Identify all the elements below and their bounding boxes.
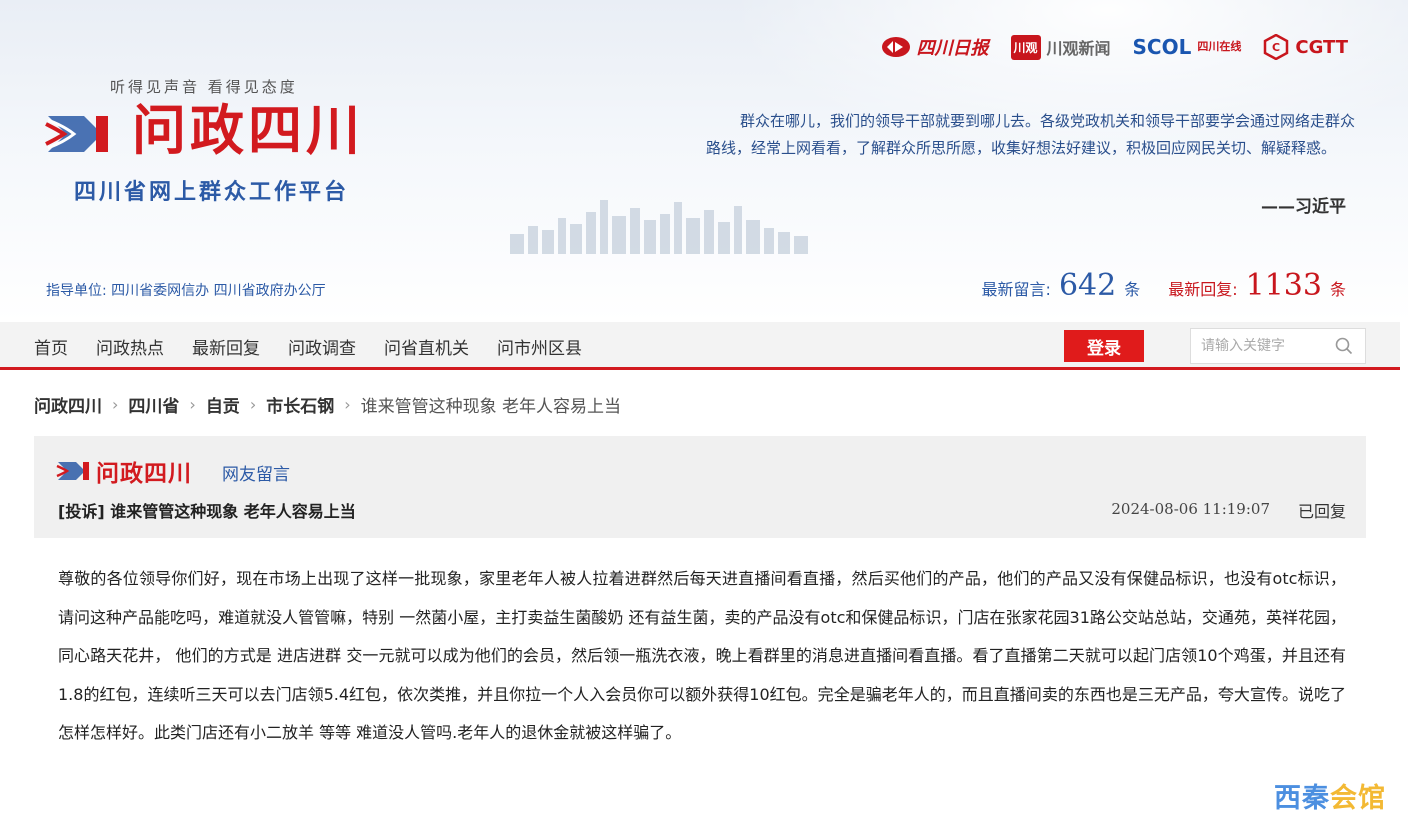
nav-item-provincial-agencies[interactable]: 问省直机关 — [384, 334, 469, 359]
breadcrumb-current: 谁来管管这种现象 老年人容易上当 — [360, 397, 622, 417]
search-input[interactable] — [1191, 331, 1331, 361]
nav-item-hot[interactable]: 问政热点 — [96, 334, 164, 359]
nav-item-home[interactable]: 首页 — [34, 334, 68, 359]
breadcrumb-item-home[interactable]: 问政四川 — [34, 392, 102, 417]
watermark-logo: 西秦会馆 — [1274, 776, 1386, 815]
message-title: [投诉] 谁来管管这种现象 老年人容易上当 — [58, 502, 356, 521]
breadcrumb-item-province[interactable]: 四川省 — [128, 392, 179, 417]
partner-logos: 四川日报 川观 川观新闻 SCOL 四川在线 C CGTT — [881, 34, 1348, 60]
latest-replies-unit: 条 — [1329, 280, 1346, 299]
sichuan-daily-icon — [881, 37, 910, 57]
site-slogan: 听得见声音 看得见态度 — [110, 78, 298, 96]
site-subtitle: 四川省网上群众工作平台 — [74, 180, 350, 205]
message-section: 网友留言 — [222, 465, 290, 485]
latest-replies-count: 1133 — [1245, 268, 1322, 303]
nav-item-surveys[interactable]: 问政调查 — [288, 334, 356, 359]
cgtt-icon: C — [1264, 34, 1289, 60]
message-body: 尊敬的各位领导你们好，现在市场上出现了这样一批现象，家里老年人被人拉着进群然后每… — [58, 569, 1346, 742]
nav-menu: 首页 问政热点 最新回复 问政调查 问省直机关 问市州区县 — [34, 322, 582, 370]
chevron-right-icon: › — [249, 395, 257, 414]
partner-chuanguan[interactable]: 川观 川观新闻 — [1010, 34, 1111, 60]
chevron-right-icon: › — [112, 395, 119, 414]
chevron-right-icon: › — [189, 395, 196, 414]
message-datetime: 2024-08-06 11:19:07 — [1111, 500, 1270, 518]
scol-label: SCOL — [1132, 35, 1192, 59]
site-header: 听得见声音 看得见态度 问政四川 四川省网上群众工作平台 四川日报 川观 川观新… — [0, 0, 1408, 322]
site-logo-icon[interactable] — [44, 106, 116, 162]
chuanguan-icon: 川观 — [1010, 34, 1041, 60]
partner-cgtt[interactable]: C CGTT — [1263, 34, 1348, 60]
latest-messages-label: 最新留言: — [981, 280, 1051, 299]
main-nav: 首页 问政热点 最新回复 问政调查 问省直机关 问市州区县 登录 — [0, 322, 1400, 370]
watermark-part2: 会馆 — [1330, 783, 1386, 814]
quote-author: ——习近平 — [1261, 197, 1346, 217]
latest-messages-count: 642 — [1058, 268, 1117, 303]
partner-scol[interactable]: SCOL 四川在线 — [1133, 35, 1242, 59]
login-button[interactable]: 登录 — [1064, 330, 1144, 362]
chuanguan-label: 川观新闻 — [1046, 39, 1111, 58]
message-brand: 问政四川 — [96, 461, 192, 487]
search-box — [1190, 328, 1366, 364]
message-header: 问政四川 网友留言 [投诉] 谁来管管这种现象 老年人容易上当 2024-08-… — [34, 436, 1366, 538]
partner-sichuan-daily[interactable]: 四川日报 — [881, 34, 989, 60]
site-stats: 最新留言: 642 条 最新回复: 1133 条 — [982, 268, 1346, 303]
cgtt-label: CGTT — [1295, 36, 1348, 58]
site-title[interactable]: 问政四川 — [132, 98, 364, 164]
latest-replies-label: 最新回复: — [1168, 280, 1238, 299]
guidance-units: 指导单位: 四川省委网信办 四川省政府办公厅 — [46, 283, 326, 299]
scol-sublabel: 四川在线 — [1197, 40, 1242, 53]
breadcrumb-item-mayor[interactable]: 市长石钢 — [266, 392, 334, 417]
nav-item-latest-replies[interactable]: 最新回复 — [192, 334, 260, 359]
nav-item-cities-counties[interactable]: 问市州区县 — [497, 334, 582, 359]
sichuan-daily-label: 四川日报 — [916, 38, 989, 59]
search-icon[interactable] — [1335, 337, 1353, 355]
reply-status-badge: 已回复 — [1297, 502, 1346, 521]
breadcrumb-item-city[interactable]: 自贡 — [206, 392, 240, 417]
watermark-part1: 西秦 — [1274, 783, 1330, 814]
breadcrumb: 问政四川 › 四川省 › 自贡 › 市长石钢 › 谁来管管这种现象 老年人容易上… — [34, 392, 621, 417]
svg-text:C: C — [1272, 41, 1280, 54]
latest-messages-unit: 条 — [1124, 280, 1141, 299]
city-skyline-image — [510, 200, 808, 254]
brand-logo-icon — [56, 462, 89, 480]
leader-quote: 群众在哪儿，我们的领导干部就要到哪儿去。各级党政机关和领导干部要学会通过网络走群… — [706, 112, 1356, 157]
chevron-right-icon: › — [344, 395, 351, 414]
